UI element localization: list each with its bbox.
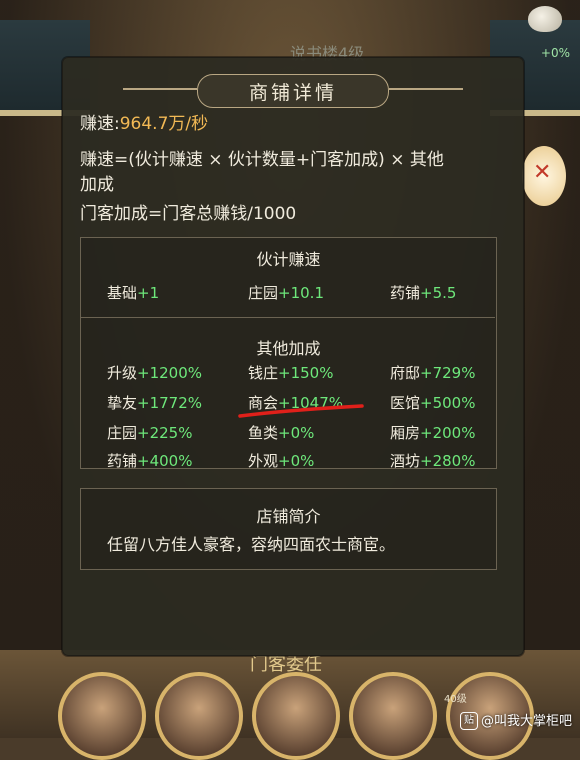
other-bonus-title: 其他加成 [256, 339, 321, 358]
guest-avatar[interactable] [252, 672, 340, 760]
scroll-cutoff-row: 药铺+400% 外观+0% 酒坊+280% [81, 448, 496, 468]
bonus-section[interactable]: 伙计赚速 基础+1 庄园+10.1 药铺+5.5 其他加成 升级+1200% 钱… [80, 237, 497, 469]
staff-item: 庄园+10.1 [248, 284, 324, 302]
bonus-item: 庄园+225% [107, 424, 193, 442]
section-divider [80, 317, 495, 318]
bonus-item: 挚友+1772% [107, 394, 203, 412]
bonus-item: 外观+0% [248, 452, 315, 468]
silver-ingot-icon[interactable] [528, 6, 562, 32]
title-decoration-right [389, 88, 463, 90]
lantern-close-icon[interactable] [522, 146, 566, 206]
title-decoration-left [123, 88, 197, 90]
formula-line-2: 加成 [80, 175, 114, 195]
ingot-bonus-label: +0% [540, 46, 570, 60]
tieba-logo-icon: 贴 [459, 712, 478, 730]
guest-avatar[interactable] [349, 672, 437, 760]
bonus-item: 钱庄+150% [248, 364, 334, 382]
shop-intro-section: 店铺简介 任留八方佳人豪客，容纳四面农士商宦。 [80, 488, 497, 570]
bonus-item: 升级+1200% [107, 364, 203, 382]
bonus-item: 酒坊+280% [390, 452, 476, 468]
shop-intro-text: 任留八方佳人豪客，容纳四面农士商宦。 [107, 535, 396, 554]
earn-speed-value: 964.7万/秒 [119, 114, 209, 134]
shop-details-dialog: 商铺详情 赚速:964.7万/秒 赚速=(伙计赚速 × 伙计数量+门客加成) ×… [62, 57, 524, 656]
guest-avatar[interactable] [155, 672, 243, 760]
staff-item: 药铺+5.5 [390, 284, 457, 302]
shop-intro-title: 店铺简介 [256, 507, 321, 526]
guest-level-label: 40级 [444, 694, 467, 705]
earn-speed-line: 赚速:964.7万/秒 [80, 112, 208, 137]
bonus-item: 厢房+200% [390, 424, 476, 442]
earn-speed-label: 赚速: [80, 114, 120, 134]
dialog-title: 商铺详情 [248, 81, 337, 104]
guest-avatar[interactable] [58, 672, 146, 760]
watermark-text: @叫我大掌柜吧 [480, 713, 572, 729]
formula-line-1: 赚速=(伙计赚速 × 伙计数量+门客加成) × 其他 [80, 150, 444, 170]
bonus-item: 府邸+729% [390, 364, 476, 382]
staff-speed-title: 伙计赚速 [256, 250, 321, 269]
bonus-item: 药铺+400% [107, 452, 193, 468]
dialog-title-bar: 商铺详情 [197, 74, 389, 108]
bonus-item: 医馆+500% [390, 394, 476, 412]
red-underline-annotation [238, 404, 364, 418]
watermark: 贴 @叫我大掌柜吧 [459, 710, 572, 730]
staff-item: 基础+1 [107, 284, 160, 302]
bonus-item: 鱼类+0% [248, 424, 315, 442]
guest-bonus-formula: 门客加成=门客总赚钱/1000 [80, 204, 297, 224]
